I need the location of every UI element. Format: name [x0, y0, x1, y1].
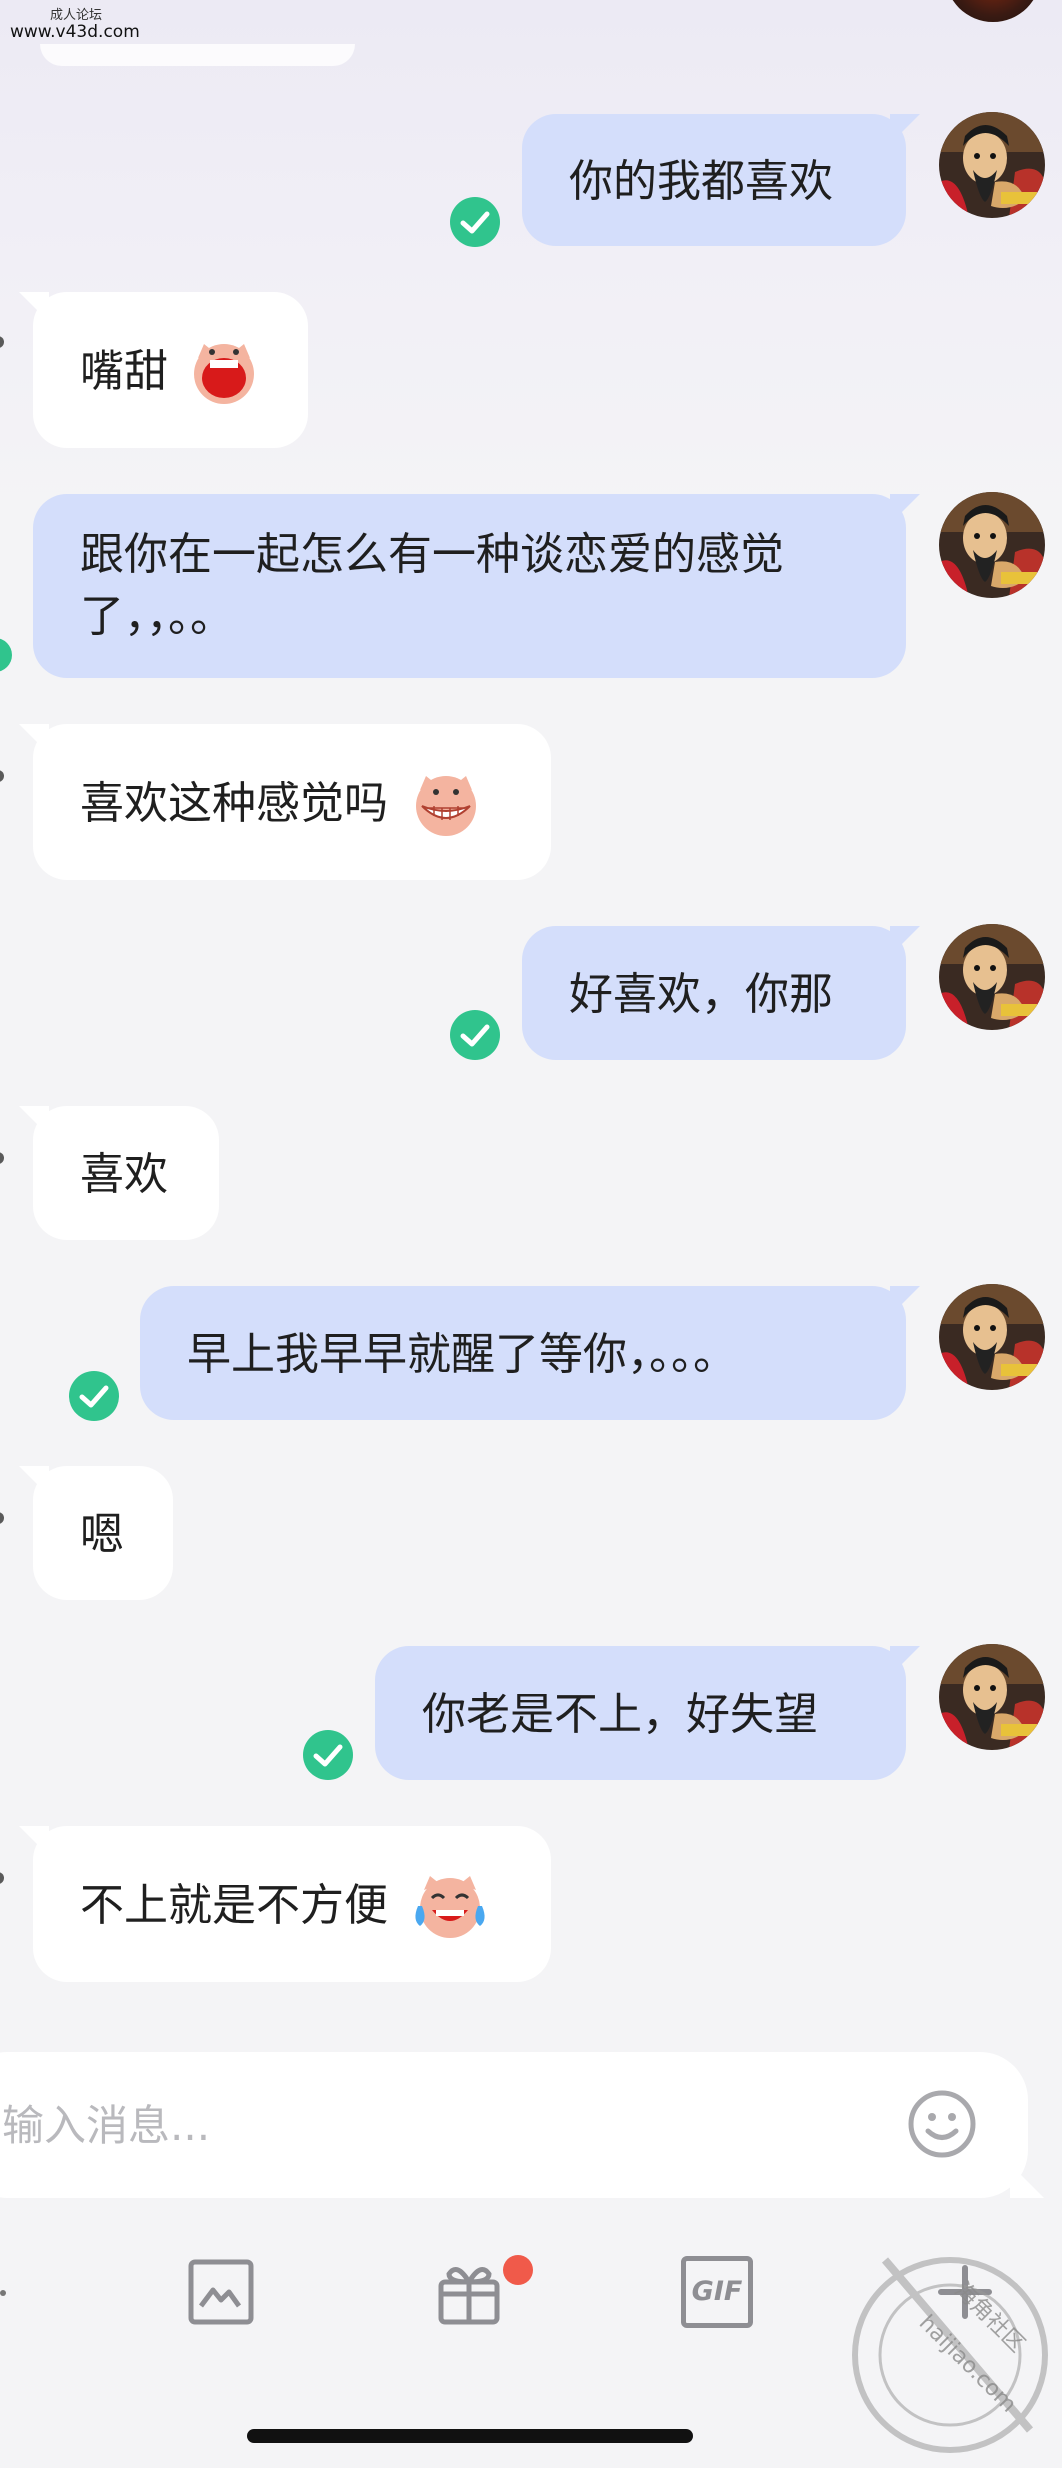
message-text: 嗯	[80, 1509, 124, 1560]
message-bubble-received[interactable]: 嘴甜	[33, 292, 308, 448]
watermark-stamp: 海角社区 haijiao.com	[852, 2257, 1048, 2453]
message-bubble-sent[interactable]: 你的我都喜欢	[522, 114, 906, 246]
watermark-line2: www.v43d.com	[10, 22, 140, 42]
message-bubble-received[interactable]: 喜欢	[33, 1106, 219, 1240]
read-check-icon	[69, 1371, 119, 1421]
emoji-icon[interactable]	[906, 2088, 978, 2160]
message-bubble-received[interactable]: 喜欢这种感觉吗	[33, 724, 551, 880]
edge-marker	[0, 1152, 4, 1164]
crying-laughing-pig-emoji-icon	[415, 1876, 485, 1938]
avatar[interactable]	[939, 1644, 1045, 1750]
avatar[interactable]	[939, 112, 1045, 218]
message-text: 喜欢这种感觉吗	[80, 778, 388, 829]
home-indicator[interactable]	[247, 2429, 693, 2443]
edge-marker	[0, 1512, 4, 1524]
message-text: 不上就是不方便	[80, 1880, 388, 1931]
message-bubble-received[interactable]: 嗯	[33, 1466, 173, 1600]
message-bubble-sent[interactable]: 你老是不上，好失望	[375, 1646, 906, 1780]
edge-marker	[0, 1872, 4, 1884]
message-bubble-sent[interactable]: 好喜欢，你那	[522, 926, 906, 1060]
avatar[interactable]	[939, 1284, 1045, 1390]
previous-message-bubble[interactable]	[40, 44, 355, 66]
edge-marker	[0, 770, 4, 782]
edge-marker	[0, 2290, 6, 2296]
grinning-pig-emoji-icon	[416, 776, 476, 836]
message-text: 喜欢	[80, 1149, 168, 1200]
image-icon[interactable]	[185, 2256, 257, 2328]
message-bubble-sent[interactable]: 跟你在一起怎么有一种谈恋爱的感觉 了，，。。	[33, 494, 906, 678]
read-check-icon	[450, 1010, 500, 1060]
read-check-icon	[303, 1730, 353, 1780]
message-text: 你的我都喜欢	[569, 156, 833, 207]
message-text: 早上我早早就醒了等你，。。。	[187, 1329, 737, 1380]
message-text-line1: 跟你在一起怎么有一种谈恋爱的感觉	[80, 529, 784, 580]
gift-icon[interactable]	[433, 2256, 505, 2328]
message-text-line2: 了，，。。	[80, 591, 234, 642]
gift-notification-badge	[503, 2255, 533, 2285]
message-input[interactable]: 输入消息...	[2, 2098, 210, 2154]
gif-label: GIF	[691, 2276, 743, 2307]
read-check-icon	[450, 197, 500, 247]
message-text: 你老是不上，好失望	[422, 1689, 818, 1740]
watermark-line1: 成人论坛	[50, 8, 103, 23]
avatar[interactable]	[939, 924, 1045, 1030]
message-text: 好喜欢，你那	[569, 969, 833, 1020]
avatar[interactable]	[939, 492, 1045, 598]
read-check-icon	[0, 638, 12, 672]
laughing-pig-emoji-icon	[194, 344, 254, 404]
message-text: 嘴甜	[80, 346, 168, 397]
message-bubble-sent[interactable]: 早上我早早就醒了等你，。。。	[140, 1286, 906, 1420]
message-bubble-received[interactable]: 不上就是不方便	[33, 1826, 551, 1982]
gif-icon[interactable]: GIF	[681, 2256, 753, 2328]
